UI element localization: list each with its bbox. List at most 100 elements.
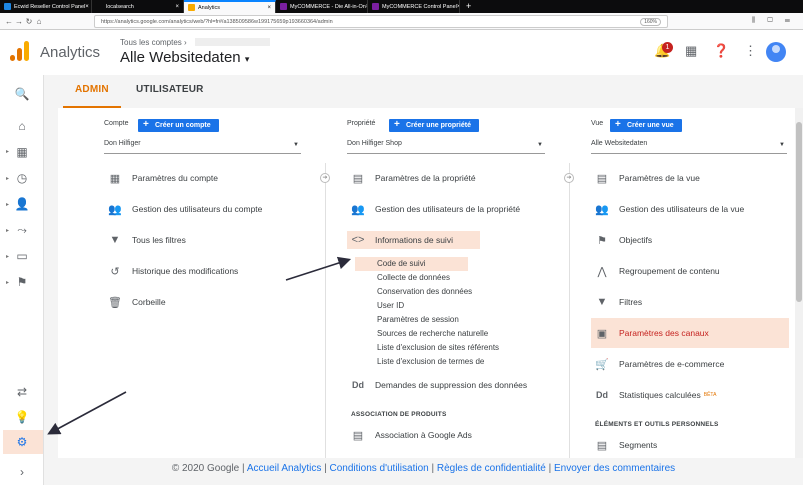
account-settings-link[interactable]: ▦ Paramètres du compte bbox=[104, 169, 218, 187]
referral-exclusion-link[interactable]: Liste d'exclusion de sites référents bbox=[377, 343, 499, 352]
tracking-code-link[interactable]: Code de suivi bbox=[377, 259, 425, 268]
url-text: https://analytics.google.com/analytics/w… bbox=[101, 18, 333, 25]
more-vert-icon[interactable]: ⋮ bbox=[744, 43, 757, 59]
account-users-link[interactable]: 👥 Gestion des utilisateurs du compte bbox=[104, 200, 262, 218]
channel-settings-link[interactable]: ▣ Paramètres des canaux bbox=[591, 318, 789, 348]
tab-favicon-icon bbox=[188, 4, 195, 11]
term-exclusion-link[interactable]: Liste d'exclusion de termes de bbox=[377, 357, 484, 366]
gear-icon[interactable]: ⚙ bbox=[14, 435, 30, 449]
account-selector[interactable]: Alle Websitedaten ▾ bbox=[120, 49, 249, 66]
view-item-label: Statistiques calculées bbox=[619, 390, 701, 400]
footer: © 2020 Google | Accueil Analytics | Cond… bbox=[44, 458, 803, 485]
view-select[interactable]: Alle Websitedaten ▼ bbox=[591, 140, 787, 154]
forward-icon[interactable]: → bbox=[14, 17, 24, 26]
browser-tab[interactable]: Analytics × bbox=[184, 0, 276, 13]
view-users-link[interactable]: 👥 Gestion des utilisateurs de la vue bbox=[591, 200, 744, 218]
content-grouping-link[interactable]: ⋀ Regroupement de contenu bbox=[591, 262, 720, 280]
property-select-value: Don Hilfiger Shop bbox=[347, 140, 402, 147]
expand-arrow-icon[interactable]: ▸ bbox=[6, 148, 9, 155]
google-ads-link[interactable]: ▤ Association à Google Ads bbox=[347, 426, 472, 444]
browser-tab-label: MyCOMMERCE Control Panel bbox=[382, 3, 457, 10]
close-tab-icon[interactable]: × bbox=[175, 4, 179, 10]
close-tab-icon[interactable]: × bbox=[85, 4, 89, 10]
close-tab-icon[interactable]: × bbox=[267, 5, 271, 11]
scrollbar[interactable] bbox=[795, 108, 803, 458]
session-settings-link[interactable]: Paramètres de session bbox=[377, 315, 459, 324]
ecommerce-settings-link[interactable]: 🛒 Paramètres de e-commerce bbox=[591, 355, 724, 373]
footer-feedback-link[interactable]: Envoyer des commentaires bbox=[554, 463, 675, 474]
browser-tab[interactable]: localsearch × bbox=[92, 0, 184, 13]
browser-tab-label: Ecwid Reseller Control Panel bbox=[14, 3, 86, 10]
lightbulb-icon[interactable]: 💡 bbox=[14, 410, 30, 424]
account-breadcrumb[interactable]: Tous les comptes › bbox=[120, 38, 187, 47]
document-icon: ▤ bbox=[596, 172, 608, 185]
property-select[interactable]: Don Hilfiger Shop ▼ bbox=[347, 140, 545, 154]
browser-tab[interactable]: Ecwid Reseller Control Panel × bbox=[0, 0, 92, 13]
view-column: Vue Créer une vue Alle Websitedaten ▼ ▤ P… bbox=[569, 108, 795, 458]
home-icon[interactable]: ⌂ bbox=[34, 17, 44, 26]
account-select[interactable]: Don Hilfiger ▼ bbox=[104, 140, 301, 154]
search-icon[interactable]: 🔍 bbox=[14, 87, 30, 101]
expand-arrow-icon[interactable]: ▸ bbox=[6, 175, 9, 182]
browser-menu-icons[interactable]: ⫼ ▢ ☰ bbox=[752, 17, 795, 25]
browser-tab-bar: Ecwid Reseller Control Panel × localsearch… bbox=[0, 0, 803, 13]
property-settings-link[interactable]: ▤ Paramètres de la propriété bbox=[347, 169, 476, 187]
view-filters-link[interactable]: ▼ Filtres bbox=[591, 293, 643, 311]
tab-favicon-icon bbox=[96, 3, 103, 10]
property-item-label: Demandes de suppression des données bbox=[375, 380, 528, 390]
data-deletion-link[interactable]: Dd Demandes de suppression des données bbox=[347, 376, 527, 394]
avatar[interactable] bbox=[766, 42, 786, 62]
expand-arrow-icon[interactable]: ▸ bbox=[6, 253, 9, 260]
expand-arrow-icon[interactable]: ▸ bbox=[6, 227, 9, 234]
acquisition-icon[interactable]: ⤳ bbox=[14, 223, 30, 238]
create-view-button[interactable]: Créer une vue bbox=[610, 118, 682, 132]
browser-tab[interactable]: MyCOMMERCE Control Panel× bbox=[368, 0, 460, 13]
zoom-level[interactable]: 160% bbox=[640, 18, 661, 26]
footer-privacy-link[interactable]: Règles de confidentialité bbox=[437, 463, 546, 474]
all-filters-link[interactable]: ▼ Tous les filtres bbox=[104, 231, 186, 249]
segments-icon: ▤ bbox=[596, 439, 608, 452]
url-bar[interactable]: https://analytics.google.com/analytics/w… bbox=[94, 15, 668, 28]
calculated-metrics-link[interactable]: Dd Statistiques calculées BÊTA bbox=[591, 386, 716, 404]
person-icon[interactable]: 👤 bbox=[14, 197, 30, 211]
data-retention-link[interactable]: Conservation des données bbox=[377, 287, 472, 296]
dashboard-icon[interactable]: ▦ bbox=[14, 145, 30, 159]
reload-icon[interactable]: ↻ bbox=[24, 17, 34, 26]
goals-link[interactable]: ⚑ Objectifs bbox=[591, 231, 652, 249]
new-tab-button[interactable]: + bbox=[460, 0, 477, 13]
expand-arrow-icon[interactable]: ▸ bbox=[6, 279, 9, 286]
clock-icon[interactable]: ◷ bbox=[14, 171, 30, 185]
footer-home-link[interactable]: Accueil Analytics bbox=[247, 463, 321, 474]
home-icon[interactable]: ⌂ bbox=[14, 119, 30, 133]
create-account-button[interactable]: Créer un compte bbox=[138, 118, 219, 132]
data-collection-link[interactable]: Collecte de données bbox=[377, 273, 450, 282]
behavior-icon[interactable]: ▭ bbox=[14, 249, 30, 263]
organic-sources-link[interactable]: Sources de recherche naturelle bbox=[377, 329, 488, 338]
property-users-link[interactable]: 👥 Gestion des utilisateurs de la propriét… bbox=[347, 200, 520, 218]
admin-panel: Compte Créer un compte Don Hilfiger ▼ ▦ P… bbox=[58, 108, 795, 458]
user-id-link[interactable]: User ID bbox=[377, 301, 404, 310]
tab-user[interactable]: UTILISATEUR bbox=[136, 84, 204, 95]
tab-admin[interactable]: ADMIN bbox=[63, 84, 121, 108]
trash-link[interactable]: 🗑 Corbeille bbox=[104, 293, 166, 311]
help-icon[interactable]: ❓ bbox=[713, 43, 729, 59]
users-icon: 👥 bbox=[595, 203, 609, 216]
footer-sep: | bbox=[545, 463, 554, 474]
expand-arrow-icon[interactable]: ▸ bbox=[6, 201, 9, 208]
grouping-icon: ⋀ bbox=[597, 265, 607, 278]
view-item-label: Regroupement de contenu bbox=[619, 266, 720, 276]
change-history-link[interactable]: ↺ Historique des modifications bbox=[104, 262, 238, 280]
footer-terms-link[interactable]: Conditions d'utilisation bbox=[330, 463, 429, 474]
back-icon[interactable]: ← bbox=[4, 17, 14, 26]
view-settings-link[interactable]: ▤ Paramètres de la vue bbox=[591, 169, 700, 187]
left-nav-rail: 🔍 ⌂ ▸ ▦ ▸ ◷ ▸ 👤 ▸ ⤳ ▸ ▭ ▸ ⚑ ⇄ 💡 ⚙ › bbox=[0, 75, 44, 485]
segments-link[interactable]: ▤ Segments bbox=[591, 436, 657, 454]
tracking-info-link[interactable]: <> Informations de suivi bbox=[347, 231, 480, 249]
attribution-icon[interactable]: ⇄ bbox=[14, 385, 30, 399]
create-property-button[interactable]: Créer une propriété bbox=[389, 118, 479, 132]
flag-icon[interactable]: ⚑ bbox=[14, 275, 30, 289]
apps-grid-icon[interactable]: ▦ bbox=[685, 43, 697, 59]
expand-rail-icon[interactable]: › bbox=[14, 465, 30, 479]
history-icon: ↺ bbox=[110, 265, 120, 278]
browser-tab[interactable]: MyCOMMERCE - Die All-in-On× bbox=[276, 0, 368, 13]
